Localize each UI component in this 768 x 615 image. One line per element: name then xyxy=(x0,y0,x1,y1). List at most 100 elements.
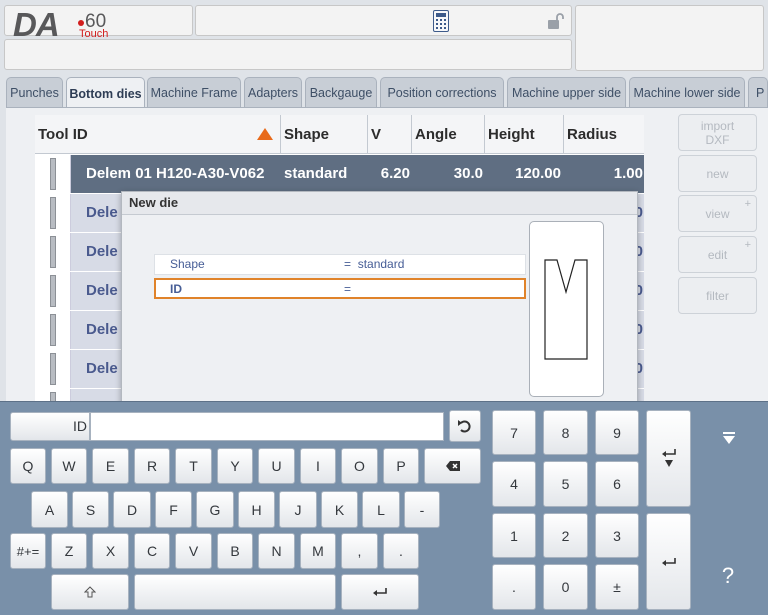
new-label: new xyxy=(706,166,729,181)
table-header: Tool ID Shape V Angle Height Radius xyxy=(35,115,644,154)
num-7[interactable]: 7 xyxy=(492,410,536,455)
num-4[interactable]: 4 xyxy=(492,461,536,507)
num-5[interactable]: 5 xyxy=(543,461,588,507)
key-d[interactable]: D xyxy=(113,491,151,528)
backspace-icon xyxy=(445,461,460,471)
num-0[interactable]: 0 xyxy=(543,564,588,610)
keyboard-text-input[interactable] xyxy=(90,412,444,441)
num-8[interactable]: 8 xyxy=(543,410,588,455)
col-shape[interactable]: Shape xyxy=(281,115,368,154)
filter-button[interactable]: filter xyxy=(678,277,757,314)
die-profile-icon xyxy=(35,194,71,232)
key-z[interactable]: Z xyxy=(51,533,87,569)
col-height[interactable]: Height xyxy=(485,115,564,154)
undo-key[interactable] xyxy=(449,410,481,442)
key-b[interactable]: B xyxy=(217,533,253,569)
key-a[interactable]: A xyxy=(31,491,68,528)
edit-button[interactable]: edit + xyxy=(678,236,757,273)
logo-da-text: DA xyxy=(13,6,60,43)
col-v[interactable]: V xyxy=(368,115,412,154)
key-p[interactable]: P xyxy=(383,448,419,484)
num-2[interactable]: 2 xyxy=(543,513,588,558)
tab-overflow[interactable]: P xyxy=(748,77,768,107)
cell-v: 6.20 xyxy=(380,165,410,182)
key-r[interactable]: R xyxy=(134,448,170,484)
col-radius[interactable]: Radius xyxy=(564,115,644,154)
die-profile-icon xyxy=(35,272,71,310)
space-key[interactable] xyxy=(134,574,336,610)
header-center-panel xyxy=(195,5,572,36)
undo-icon xyxy=(458,420,471,433)
key-x[interactable]: X xyxy=(92,533,129,569)
key-q[interactable]: Q xyxy=(10,448,46,484)
filter-label: filter xyxy=(706,288,729,303)
key-h[interactable]: H xyxy=(238,491,275,528)
logo-red-dot xyxy=(78,20,84,26)
table-row[interactable]: Delem 01 H120-A30-V062 standard 6.20 30.… xyxy=(35,155,644,193)
key-dash[interactable]: - xyxy=(404,491,440,528)
num-6[interactable]: 6 xyxy=(595,461,639,507)
key-o[interactable]: O xyxy=(341,448,378,484)
key-n[interactable]: N xyxy=(258,533,295,569)
tab-backgauge[interactable]: Backgauge xyxy=(305,77,377,107)
tab-machine-frame[interactable]: Machine Frame xyxy=(147,77,241,107)
backspace-key[interactable] xyxy=(424,448,481,484)
enter-next-key[interactable] xyxy=(646,410,691,507)
key-l[interactable]: L xyxy=(362,491,400,528)
new-button[interactable]: new xyxy=(678,155,757,192)
cell-tool-id: Dele xyxy=(86,360,118,377)
key-f[interactable]: F xyxy=(155,491,192,528)
num-plus-minus[interactable]: ± xyxy=(595,564,639,610)
num-decimal[interactable]: . xyxy=(492,564,536,610)
num-3[interactable]: 3 xyxy=(595,513,639,558)
num-9[interactable]: 9 xyxy=(595,410,639,455)
cell-radius: 1.00 xyxy=(613,165,643,182)
key-w[interactable]: W xyxy=(51,448,87,484)
col-tool-id[interactable]: Tool ID xyxy=(35,115,281,154)
num-1[interactable]: 1 xyxy=(492,513,536,558)
tab-adapters[interactable]: Adapters xyxy=(244,77,302,107)
key-s[interactable]: S xyxy=(72,491,109,528)
cell-tool-id: Dele xyxy=(86,243,118,260)
help-icon[interactable]: ? xyxy=(716,563,740,589)
key-g[interactable]: G xyxy=(196,491,234,528)
cell-shape: standard xyxy=(284,165,348,182)
key-m[interactable]: M xyxy=(300,533,336,569)
edit-label: edit xyxy=(707,247,728,262)
shape-field[interactable]: Shape = standard xyxy=(154,254,526,275)
id-field[interactable]: ID = xyxy=(154,278,526,299)
collapse-keyboard-icon[interactable] xyxy=(722,432,736,446)
calculator-icon[interactable] xyxy=(433,10,449,32)
symbols-key[interactable]: #+= xyxy=(10,533,46,569)
tab-punches[interactable]: Punches xyxy=(6,77,63,107)
enter-key[interactable] xyxy=(341,574,419,610)
key-t[interactable]: T xyxy=(175,448,212,484)
shift-arrow-icon xyxy=(84,586,96,598)
sort-ascending-icon[interactable] xyxy=(257,128,273,140)
tab-bottom-dies[interactable]: Bottom dies xyxy=(66,77,145,109)
key-k[interactable]: K xyxy=(321,491,358,528)
key-v[interactable]: V xyxy=(175,533,212,569)
key-i[interactable]: I xyxy=(300,448,336,484)
key-u[interactable]: U xyxy=(258,448,295,484)
tab-machine-lower-side[interactable]: Machine lower side xyxy=(629,77,745,107)
enter-key-numpad[interactable] xyxy=(646,513,691,610)
tab-bar: Punches Bottom dies Machine Frame Adapte… xyxy=(6,77,768,109)
key-j[interactable]: J xyxy=(279,491,317,528)
key-period[interactable]: . xyxy=(383,533,419,569)
plus-icon: + xyxy=(744,198,751,210)
padlock-open-icon[interactable] xyxy=(547,12,565,30)
import-dxf-button[interactable]: import DXF xyxy=(678,114,757,151)
tab-position-corrections[interactable]: Position corrections xyxy=(380,77,504,107)
view-button[interactable]: view + xyxy=(678,195,757,232)
dialog-title: New die xyxy=(122,192,637,215)
tab-machine-upper-side[interactable]: Machine upper side xyxy=(507,77,626,107)
shift-key[interactable] xyxy=(51,574,129,610)
key-e[interactable]: E xyxy=(92,448,129,484)
col-angle[interactable]: Angle xyxy=(412,115,485,154)
key-y[interactable]: Y xyxy=(217,448,253,484)
import-dxf-label: import DXF xyxy=(700,118,735,147)
cell-angle: 30.0 xyxy=(453,165,483,182)
key-comma[interactable]: , xyxy=(341,533,378,569)
key-c[interactable]: C xyxy=(134,533,170,569)
